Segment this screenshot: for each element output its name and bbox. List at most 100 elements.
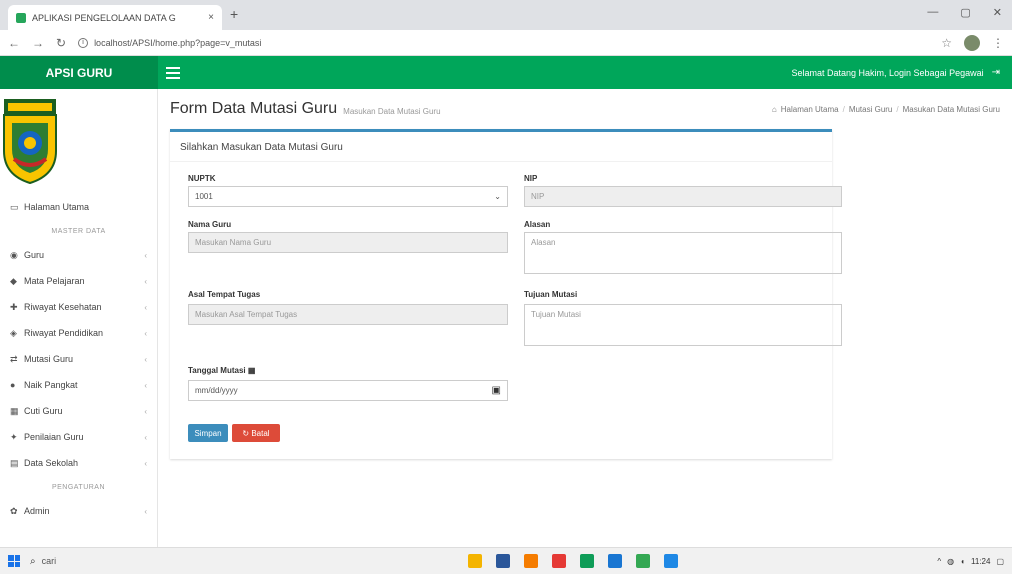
app-icon-red[interactable]: [552, 554, 566, 568]
sidebar-toggle-icon[interactable]: [166, 66, 180, 79]
search-icon[interactable]: ⌕: [30, 556, 36, 567]
sidebar-item-icon: ▤: [10, 457, 19, 468]
word-icon[interactable]: [496, 554, 510, 568]
nuptk-value: 1001: [195, 192, 213, 201]
form-box: Silahkan Masukan Data Mutasi Guru NUPTK …: [170, 129, 842, 459]
sidebar-item-cuti-guru[interactable]: ▦ Cuti Guru ‹: [0, 398, 157, 424]
sidebar-item-riwayat-pendidikan[interactable]: ◈ Riwayat Pendidikan ‹: [0, 320, 157, 346]
chevron-down-icon: ⌄: [494, 192, 501, 201]
nama-guru-placeholder: Masukan Nama Guru: [195, 238, 272, 247]
chevron-left-icon: ‹: [144, 250, 147, 260]
sidebar-item-label: Cuti Guru: [24, 406, 63, 416]
sidebar-item-data-sekolah[interactable]: ▤ Data Sekolah ‹: [0, 450, 157, 476]
forward-icon[interactable]: →: [32, 36, 44, 50]
nuptk-select[interactable]: 1001 ⌄: [188, 186, 508, 207]
save-button[interactable]: Simpan: [188, 424, 228, 442]
bookmark-star-icon[interactable]: ☆: [941, 36, 952, 50]
sidebar-item-icon: ●: [10, 380, 16, 390]
close-window-button[interactable]: ✕: [993, 6, 1002, 19]
sidebar-item-penilaian-guru[interactable]: ✦ Penilaian Guru ‹: [0, 424, 157, 450]
browser-tab-bar: APLIKASI PENGELOLAAN DATA G × + — ▢ ✕: [0, 0, 1012, 30]
nuptk-label: NUPTK: [188, 174, 216, 183]
browser-tab[interactable]: APLIKASI PENGELOLAAN DATA G ×: [8, 5, 222, 30]
sidebar-item-icon: ◆: [10, 275, 17, 286]
home-icon: ⌂: [771, 104, 777, 114]
new-tab-button[interactable]: +: [230, 6, 238, 22]
alasan-label: Alasan: [524, 220, 551, 229]
reload-icon[interactable]: ↻: [56, 36, 66, 50]
app-icon-orange[interactable]: [524, 554, 538, 568]
refresh-icon: ↻: [242, 428, 250, 438]
app-icon-green[interactable]: [580, 554, 594, 568]
sidebar-item-naik-pangkat[interactable]: ● Naik Pangkat ‹: [0, 372, 157, 398]
nama-guru-input[interactable]: Masukan Nama Guru: [188, 232, 508, 253]
welcome-text[interactable]: Selamat Datang Hakim, Login Sebagai Pega…: [791, 68, 991, 78]
sidebar-item-riwayat-kesehatan[interactable]: ✚ Riwayat Kesehatan ‹: [0, 294, 157, 320]
sidebar-item-mata-pelajaran[interactable]: ◆ Mata Pelajaran ‹: [0, 268, 157, 294]
breadcrumb-mutasi[interactable]: Mutasi Guru: [849, 105, 893, 114]
taskbar-search-text[interactable]: cari: [42, 556, 57, 566]
vscode-icon[interactable]: [608, 554, 622, 568]
tanggal-mutasi-placeholder: mm/dd/yyyy: [195, 386, 238, 395]
sidebar-item-label: Halaman Utama: [24, 202, 90, 212]
asal-tempat-input[interactable]: Masukan Asal Tempat Tugas: [188, 304, 508, 325]
nip-placeholder: NIP: [531, 192, 545, 201]
tanggal-mutasi-input[interactable]: mm/dd/yyyy ▣: [188, 380, 508, 401]
sidebar-item-label: Penilaian Guru: [24, 432, 84, 442]
volume-icon[interactable]: ◖: [960, 557, 965, 566]
os-taskbar: ⌕ cari ^ ◍ ◖ 11:24 ▢: [0, 547, 1012, 574]
url-text: localhost/APSI/home.php?page=v_mutasi: [94, 37, 262, 48]
breadcrumb: ⌂ Halaman Utama / Mutasi Guru / Masukan …: [771, 104, 1000, 114]
windows-start-icon[interactable]: [8, 555, 20, 567]
chevron-left-icon: ‹: [144, 328, 147, 338]
form-box-title: Silahkan Masukan Data Mutasi Guru: [170, 132, 832, 162]
signout-icon[interactable]: ⇥: [992, 67, 1000, 78]
sidebar-item-icon: ▭: [10, 201, 19, 212]
tujuan-mutasi-textarea[interactable]: Tujuan Mutasi: [524, 304, 842, 346]
nip-input[interactable]: NIP: [524, 186, 842, 207]
sidebar-item-label: Mata Pelajaran: [24, 276, 85, 286]
url-field[interactable]: i localhost/APSI/home.php?page=v_mutasi: [78, 34, 929, 52]
notification-icon[interactable]: ▢: [996, 557, 1004, 566]
chrome-icon[interactable]: [636, 554, 650, 568]
asal-tempat-placeholder: Masukan Asal Tempat Tugas: [195, 310, 298, 319]
sidebar-item-icon: ✚: [10, 301, 18, 312]
chevron-left-icon: ‹: [144, 380, 147, 390]
window-controls: — ▢ ✕: [927, 6, 1002, 19]
file-explorer-icon[interactable]: [468, 554, 482, 568]
clock[interactable]: 11:24: [971, 557, 990, 566]
sidebar-item-guru[interactable]: ◉ Guru ‹: [0, 242, 157, 268]
tanggal-mutasi-label: Tanggal Mutasi ▦: [188, 366, 256, 375]
info-icon[interactable]: i: [78, 37, 89, 48]
maximize-button[interactable]: ▢: [960, 6, 970, 19]
tujuan-mutasi-placeholder: Tujuan Mutasi: [531, 310, 581, 319]
chevron-left-icon: ‹: [144, 354, 147, 364]
chevron-left-icon: ‹: [144, 432, 147, 442]
sidebar-item-icon: ⇄: [10, 353, 18, 364]
minimize-button[interactable]: —: [927, 6, 938, 19]
sidebar-item-icon: ◉: [10, 249, 18, 260]
page-subtitle: Masukan Data Mutasi Guru: [343, 106, 441, 116]
date-picker-icon[interactable]: ▣: [492, 385, 501, 396]
alasan-textarea[interactable]: Alasan: [524, 232, 842, 274]
sidebar-item-label: Mutasi Guru: [24, 354, 74, 364]
sidebar-item-admin[interactable]: ✿ Admin ‹: [0, 498, 157, 524]
sidebar-item-label: Guru: [24, 250, 45, 260]
sidebar-item-halaman-utama[interactable]: ▭ Halaman Utama: [0, 194, 157, 220]
sidebar-item-mutasi-guru[interactable]: ⇄ Mutasi Guru ‹: [0, 346, 157, 372]
browser-menu-icon[interactable]: ⋮: [992, 36, 1004, 50]
network-icon[interactable]: ◍: [947, 557, 954, 566]
system-tray: ^ ◍ ◖ 11:24 ▢: [937, 557, 1004, 566]
brand-logo-text[interactable]: APSI GURU: [0, 56, 158, 89]
chevron-left-icon: ‹: [144, 302, 147, 312]
tab-close-icon[interactable]: ×: [208, 12, 214, 23]
chevron-left-icon: ‹: [144, 506, 147, 516]
app-icon-blue[interactable]: [664, 554, 678, 568]
profile-avatar[interactable]: [964, 34, 980, 51]
tray-chevron-icon[interactable]: ^: [937, 557, 941, 566]
app-header: APSI GURU Selamat Datang Hakim, Login Se…: [0, 56, 1012, 89]
back-icon[interactable]: ←: [8, 36, 20, 50]
breadcrumb-home[interactable]: Halaman Utama: [781, 105, 839, 114]
sidebar-item-icon: ✿: [10, 505, 18, 516]
cancel-button[interactable]: ↻ Batal: [232, 424, 280, 442]
